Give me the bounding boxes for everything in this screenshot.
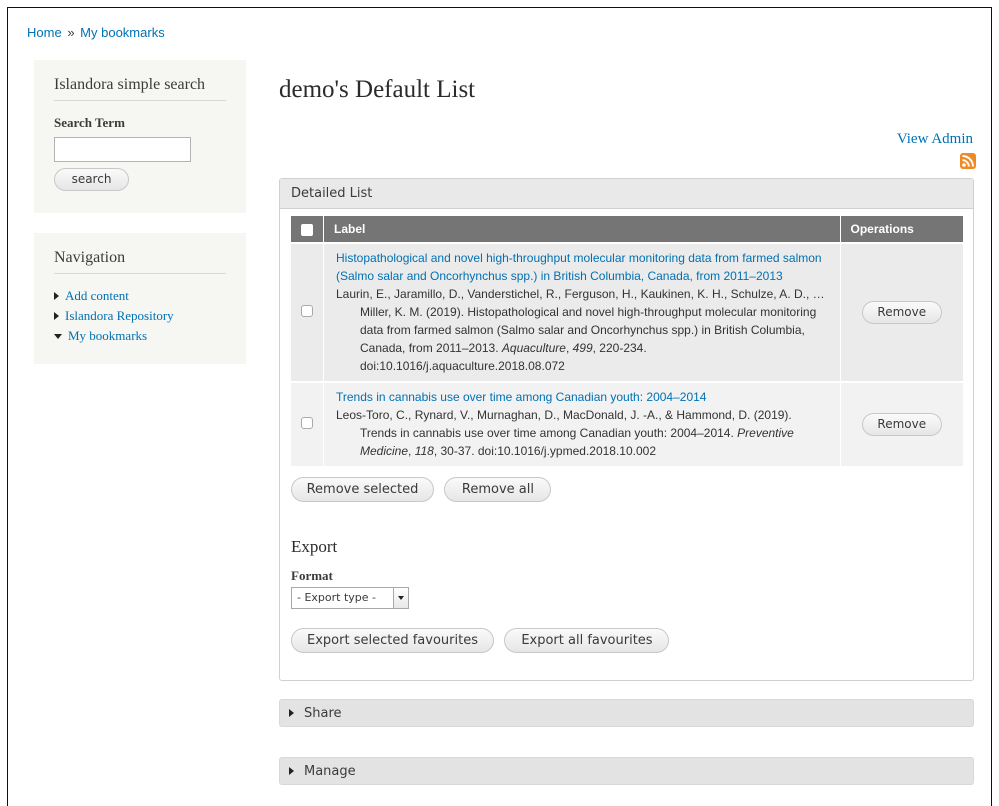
bookmark-label-cell: Histopathological and novel high-through… xyxy=(323,242,841,382)
nav-link-islandora-repository[interactable]: Islandora Repository xyxy=(65,308,174,324)
manage-section-toggle[interactable]: Manage xyxy=(279,757,974,785)
collapsed-arrow-icon xyxy=(289,709,294,717)
collapsed-arrow-icon xyxy=(289,767,294,775)
nav-link-my-bookmarks[interactable]: My bookmarks xyxy=(68,328,147,344)
bookmark-title-link[interactable]: Trends in cannabis use over time among C… xyxy=(336,390,706,404)
export-type-select[interactable]: - Export type - xyxy=(291,587,409,609)
select-all-header xyxy=(291,216,324,243)
share-section-toggle[interactable]: Share xyxy=(279,699,974,727)
navigation-list: Add content Islandora Repository My book… xyxy=(54,288,226,344)
nav-item-islandora-repository: Islandora Repository xyxy=(54,308,226,324)
navigation-block-title: Navigation xyxy=(54,249,226,274)
search-term-input[interactable] xyxy=(54,137,191,162)
nav-link-add-content[interactable]: Add content xyxy=(65,288,129,304)
remove-bookmark-button[interactable]: Remove xyxy=(861,301,942,324)
row-select-cell xyxy=(291,242,324,382)
view-admin-link[interactable]: View Admin xyxy=(897,131,973,148)
collapsed-arrow-icon xyxy=(54,312,59,320)
operations-cell: Remove xyxy=(840,242,963,382)
search-term-label: Search Term xyxy=(54,115,125,130)
bookmarks-table: Label Operations Histopathological and n… xyxy=(291,216,963,466)
export-all-button[interactable]: Export all favourites xyxy=(504,628,670,653)
search-block-title: Islandora simple search xyxy=(54,76,226,101)
operations-column-header: Operations xyxy=(840,216,963,243)
list-actions: Remove selected Remove all xyxy=(291,477,557,502)
export-type-selected-value: - Export type - xyxy=(297,591,377,604)
breadcrumb-separator: » xyxy=(67,25,75,40)
detailed-list-fieldset: Detailed List Label Operations Histopath… xyxy=(279,178,974,681)
breadcrumb-current-link[interactable]: My bookmarks xyxy=(80,25,165,40)
select-all-checkbox[interactable] xyxy=(301,223,313,236)
detailed-list-legend: Detailed List xyxy=(280,179,973,209)
manage-section-label: Manage xyxy=(304,763,356,779)
search-button[interactable]: search xyxy=(54,168,129,191)
citation-text: Leos-Toro, C., Rynard, V., Murnaghan, D.… xyxy=(336,408,792,440)
format-label: Format xyxy=(291,568,333,583)
operations-cell: Remove xyxy=(840,381,963,466)
citation-separator: , xyxy=(408,444,415,458)
table-row: Histopathological and novel high-through… xyxy=(291,242,963,382)
bookmark-label-cell: Trends in cannabis use over time among C… xyxy=(323,381,841,466)
remove-bookmark-button[interactable]: Remove xyxy=(861,413,942,436)
nav-item-add-content: Add content xyxy=(54,288,226,304)
row-select-checkbox[interactable] xyxy=(301,305,313,317)
page-title: demo's Default List xyxy=(279,76,476,103)
export-heading: Export xyxy=(291,537,338,556)
bookmark-citation: Leos-Toro, C., Rynard, V., Murnaghan, D.… xyxy=(336,406,830,460)
simple-search-block: Islandora simple search Search Term sear… xyxy=(34,60,246,213)
breadcrumb-home-link[interactable]: Home xyxy=(27,25,62,40)
export-actions: Export selected favourites Export all fa… xyxy=(291,628,675,653)
share-section-label: Share xyxy=(304,705,342,721)
citation-volume: 118 xyxy=(414,444,434,458)
rss-feed-icon[interactable] xyxy=(960,153,976,169)
expanded-arrow-icon xyxy=(54,333,62,339)
remove-selected-button[interactable]: Remove selected xyxy=(291,477,434,502)
select-arrow xyxy=(393,588,408,608)
citation-text-end: , 30-37. doi:10.1016/j.ypmed.2018.10.002 xyxy=(433,444,657,458)
label-column-header: Label xyxy=(323,216,841,243)
citation-separator: , xyxy=(565,341,573,355)
citation-journal: Aquaculture xyxy=(501,341,566,355)
table-header-row: Label Operations xyxy=(291,216,963,243)
table-row: Trends in cannabis use over time among C… xyxy=(291,381,963,466)
nav-item-my-bookmarks: My bookmarks xyxy=(54,328,226,344)
collapsed-arrow-icon xyxy=(54,292,59,300)
export-selected-button[interactable]: Export selected favourites xyxy=(291,628,494,653)
chevron-down-icon xyxy=(398,596,404,600)
bookmark-title-link[interactable]: Histopathological and novel high-through… xyxy=(336,251,822,283)
breadcrumb: Home » My bookmarks xyxy=(27,25,165,40)
remove-all-button[interactable]: Remove all xyxy=(444,477,552,502)
citation-volume: 499 xyxy=(572,341,593,355)
row-select-cell xyxy=(291,381,324,466)
navigation-block: Navigation Add content Islandora Reposit… xyxy=(34,233,246,364)
row-select-checkbox[interactable] xyxy=(301,417,313,429)
bookmark-citation: Laurin, E., Jaramillo, D., Vanderstichel… xyxy=(336,285,830,375)
